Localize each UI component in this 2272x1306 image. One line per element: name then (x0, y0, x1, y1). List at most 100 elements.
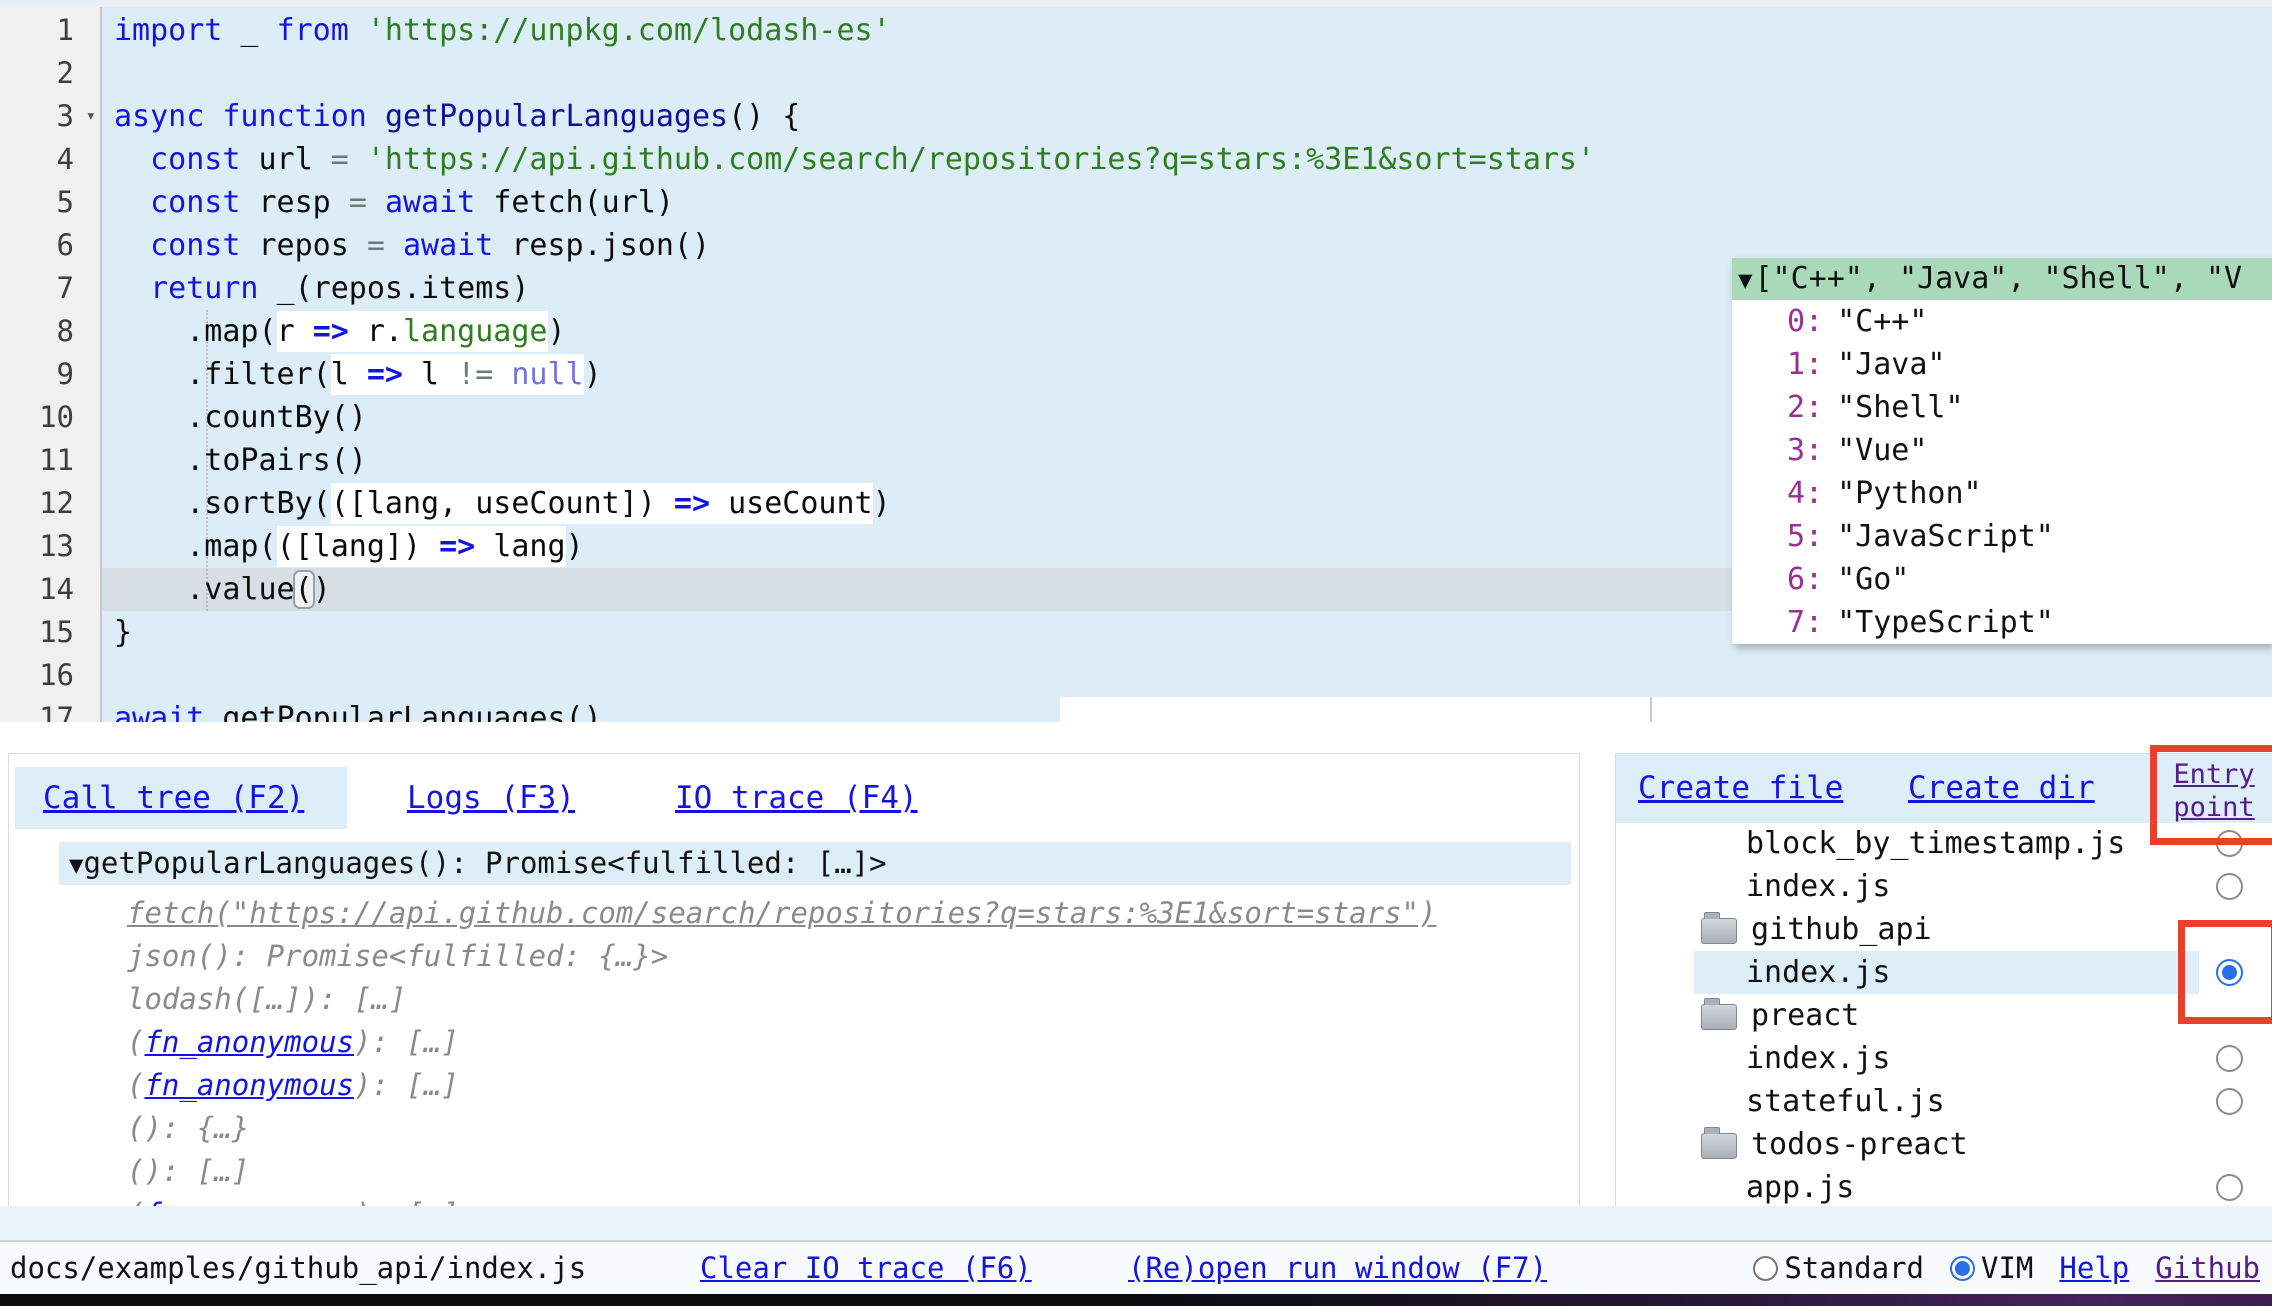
call-tree-row[interactable]: (fn_anonymous): […] (9, 1193, 1580, 1207)
file-row[interactable]: index.js (1616, 865, 2272, 908)
annotation-box-selected-radio (2178, 920, 2272, 1024)
tab-io-trace[interactable]: IO trace (F4) (675, 767, 918, 829)
editor-gutter: 123▾4567891011121314151617 (0, 7, 102, 722)
code-line[interactable]: .toPairs() (114, 439, 1595, 482)
github-link[interactable]: Github (2155, 1242, 2260, 1294)
call-tree-panel: Call tree (F2) Logs (F3) IO trace (F4) ▼… (8, 753, 1580, 1207)
standard-radio[interactable] (1753, 1256, 1778, 1281)
create-dir-link[interactable]: Create dir (1908, 754, 2095, 823)
annotation-box-entry-point (2150, 745, 2272, 845)
tab-call-tree[interactable]: Call tree (F2) (43, 767, 304, 829)
line-number: 2 (0, 52, 100, 95)
code-line[interactable]: .map(r => r.language) (114, 310, 1595, 353)
value-index: 1: (1787, 343, 1823, 386)
line-number: 14 (0, 568, 100, 611)
line-number: 5 (0, 181, 100, 224)
code-line[interactable] (114, 654, 1595, 697)
call-tree-root-row[interactable]: ▼getPopularLanguages(): Promise<fulfille… (9, 842, 1579, 885)
folder-icon (1701, 918, 1737, 944)
window-bottom-edge (0, 1294, 2272, 1306)
value-row: 3:"Vue" (1732, 429, 2272, 472)
value-row: 2:"Shell" (1732, 386, 2272, 429)
collapse-triangle-icon[interactable]: ▼ (1738, 266, 1752, 294)
call-tree-row[interactable]: lodash([…]): […] (9, 978, 1580, 1021)
file-row[interactable]: stateful.js (1616, 1080, 2272, 1123)
value-string: "Go" (1837, 562, 1909, 597)
create-file-link[interactable]: Create file (1638, 754, 1843, 823)
value-index: 4: (1787, 472, 1823, 515)
value-string: "C++" (1837, 304, 1927, 339)
value-inspector-header[interactable]: ▼["C++", "Java", "Shell", "V (1732, 258, 2272, 300)
help-link[interactable]: Help (2059, 1242, 2129, 1294)
anonymous-fn-link[interactable]: fn_anonymous (144, 1025, 354, 1059)
entry-point-radio[interactable] (2216, 1088, 2243, 1115)
line-number: 17 (0, 697, 100, 722)
value-string: "TypeScript" (1837, 605, 2054, 640)
folder-row[interactable]: github_api (1616, 908, 2272, 951)
result-strip (1060, 697, 2272, 722)
call-tree-row[interactable]: (): {…} (9, 1107, 1580, 1150)
code-line[interactable]: .countBy() (114, 396, 1595, 439)
line-number: 9 (0, 353, 100, 396)
call-tree-row[interactable]: (fn_anonymous): […] (9, 1021, 1580, 1064)
folder-name: todos-preact (1751, 1123, 1968, 1166)
code-line[interactable]: return _(repos.items) (114, 267, 1595, 310)
entry-point-radio[interactable] (2216, 1045, 2243, 1072)
fold-marker-icon[interactable]: ▾ (86, 95, 96, 138)
file-name: block_by_timestamp.js (1746, 822, 2125, 865)
line-number: 1 (0, 9, 100, 52)
clear-io-trace-link[interactable]: Clear IO trace (F6) (700, 1242, 1032, 1294)
anonymous-fn-link[interactable]: fn_anonymous (144, 1068, 354, 1102)
code-line[interactable]: const resp = await fetch(url) (114, 181, 1595, 224)
code-line[interactable]: .sortBy(([lang, useCount]) => useCount) (114, 482, 1595, 525)
reopen-run-window-link[interactable]: (Re)open run window (F7) (1128, 1242, 1547, 1294)
text-cursor: ( (293, 570, 315, 609)
line-number: 13 (0, 525, 100, 568)
file-row[interactable]: app.js (1616, 1166, 2272, 1209)
call-tree-row[interactable]: json(): Promise<fulfilled: {…}> (9, 935, 1580, 978)
vim-radio[interactable] (1950, 1256, 1975, 1281)
folder-icon (1701, 1004, 1737, 1030)
call-tree-row[interactable]: fetch("https://api.github.com/search/rep… (9, 892, 1580, 935)
tab-logs[interactable]: Logs (F3) (407, 767, 575, 829)
entry-point-radio[interactable] (2216, 1174, 2243, 1201)
expand-triangle-icon[interactable]: ▼ (69, 851, 83, 879)
code-line[interactable]: const url = 'https://api.github.com/sear… (114, 138, 1595, 181)
value-index: 6: (1787, 558, 1823, 601)
value-string: "JavaScript" (1837, 519, 2054, 554)
code-line[interactable]: import _ from 'https://unpkg.com/lodash-… (114, 9, 1595, 52)
code-lines[interactable]: import _ from 'https://unpkg.com/lodash-… (114, 9, 1595, 722)
code-line[interactable]: .filter(l => l != null) (114, 353, 1595, 396)
code-line[interactable]: const repos = await resp.json() (114, 224, 1595, 267)
value-index: 7: (1787, 601, 1823, 644)
value-index: 3: (1787, 429, 1823, 472)
value-row: 0:"C++" (1732, 300, 2272, 343)
file-row[interactable]: index.js (1616, 951, 2272, 994)
line-number: 10 (0, 396, 100, 439)
standard-label: Standard (1784, 1251, 1924, 1285)
folder-name: github_api (1751, 908, 1932, 951)
entry-point-radio[interactable] (2216, 873, 2243, 900)
value-string: "Java" (1837, 347, 1945, 382)
code-line[interactable]: async function getPopularLanguages() { (114, 95, 1595, 138)
call-tree-row[interactable]: (): […] (9, 1150, 1580, 1193)
folder-row[interactable]: todos-preact (1616, 1123, 2272, 1166)
mode-vim[interactable]: VIM (1950, 1251, 2033, 1285)
mode-standard[interactable]: Standard (1753, 1251, 1924, 1285)
code-line[interactable]: .value() (114, 568, 1595, 611)
folder-row[interactable]: preact (1616, 994, 2272, 1037)
code-line[interactable] (114, 52, 1595, 95)
value-inspector-body: 0:"C++"1:"Java"2:"Shell"3:"Vue"4:"Python… (1732, 300, 2272, 644)
code-line[interactable]: } (114, 611, 1595, 654)
value-row: 6: "Go" (1732, 558, 2272, 601)
call-tree-row[interactable]: (fn_anonymous): […] (9, 1064, 1580, 1107)
line-number: 15 (0, 611, 100, 654)
file-row[interactable]: index.js (1616, 1037, 2272, 1080)
line-number: 6 (0, 224, 100, 267)
strip-divider (1650, 697, 1652, 722)
line-number: 8 (0, 310, 100, 353)
code-line[interactable]: .map(([lang]) => lang) (114, 525, 1595, 568)
line-number: 7 (0, 267, 100, 310)
file-name: app.js (1746, 1166, 1854, 1209)
line-number: 3▾ (0, 95, 100, 138)
